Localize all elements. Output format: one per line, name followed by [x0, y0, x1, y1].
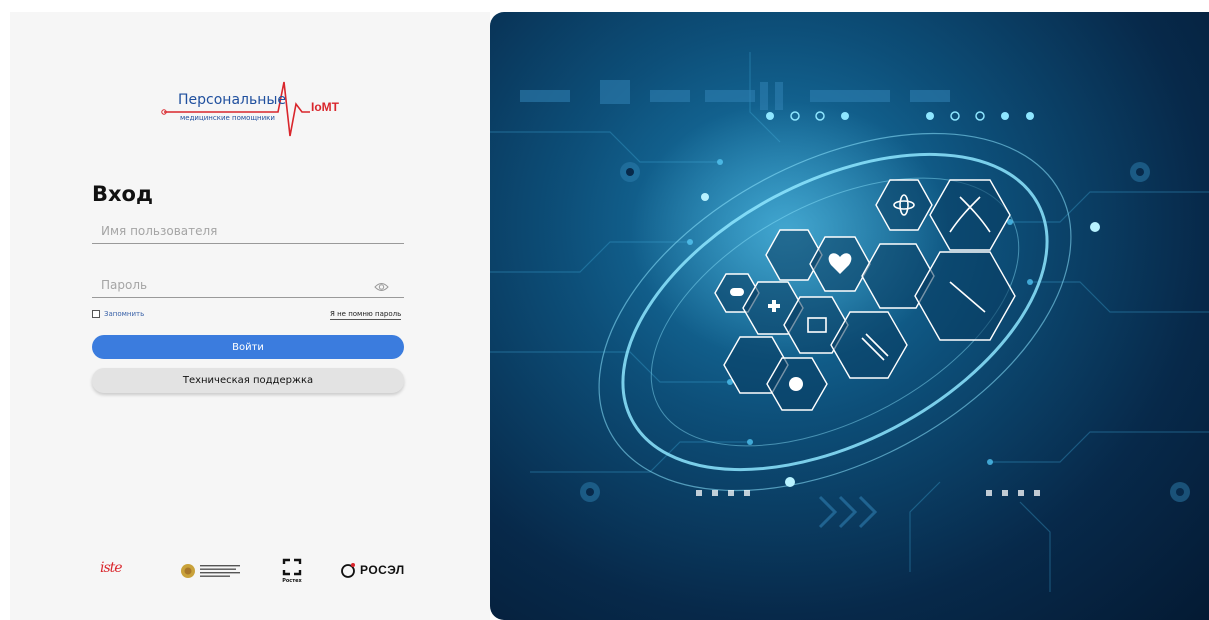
login-button[interactable]: Войти — [92, 335, 404, 359]
logo-subtitle: медицинские помощники — [180, 114, 275, 122]
partner-logos: iste Ростех РОСЭЛ — [100, 552, 420, 592]
forgot-password-link[interactable]: Я не помню пароль — [330, 310, 402, 320]
page-title: Вход — [92, 182, 153, 206]
hero-illustration — [490, 12, 1209, 620]
remember-label: Запомнить — [104, 310, 145, 318]
rosel-logo: РОСЭЛ — [340, 562, 405, 578]
rostec-logo: Ростех — [280, 556, 304, 586]
checkbox-icon[interactable] — [92, 310, 100, 318]
login-panel: Персональные медицинские помощники IoMT … — [10, 12, 490, 620]
rostec-label: Ростех — [282, 578, 302, 584]
logo-brand: IoMT — [311, 100, 339, 114]
password-input[interactable] — [92, 272, 404, 298]
app-logo: Персональные медицинские помощники IoMT — [160, 64, 360, 148]
minzdrav-logo — [181, 564, 240, 578]
eye-icon[interactable] — [374, 278, 389, 291]
support-button[interactable]: Техническая поддержка — [92, 368, 404, 393]
rosel-mark-icon — [341, 563, 355, 578]
rosel-label: РОСЭЛ — [360, 563, 405, 577]
medical-tech-illustration — [490, 52, 1209, 592]
logo-title: Персональные — [178, 92, 287, 108]
username-input[interactable] — [92, 218, 404, 244]
remember-checkbox[interactable]: Запомнить — [92, 310, 144, 318]
isti-logo: iste — [100, 560, 123, 576]
